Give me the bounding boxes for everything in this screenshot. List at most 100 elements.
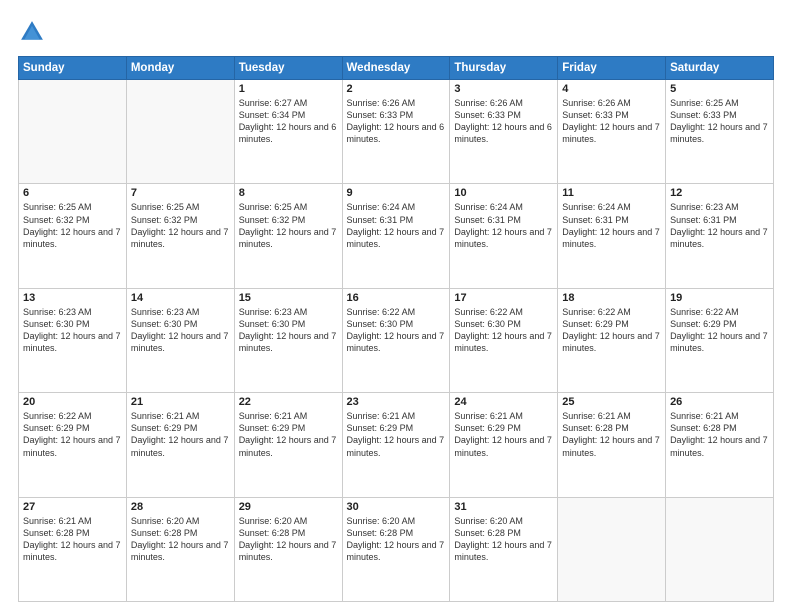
day-info: Sunrise: 6:23 AM Sunset: 6:30 PM Dayligh… xyxy=(239,306,338,355)
day-number: 9 xyxy=(347,187,446,199)
calendar-day-22: 22 Sunrise: 6:21 AM Sunset: 6:29 PM Dayli… xyxy=(234,393,342,497)
day-number: 19 xyxy=(670,292,769,304)
day-info: Sunrise: 6:21 AM Sunset: 6:28 PM Dayligh… xyxy=(562,410,661,459)
day-number: 7 xyxy=(131,187,230,199)
day-info: Sunrise: 6:22 AM Sunset: 6:30 PM Dayligh… xyxy=(347,306,446,355)
calendar-empty xyxy=(19,80,127,184)
day-info: Sunrise: 6:25 AM Sunset: 6:32 PM Dayligh… xyxy=(131,201,230,250)
calendar-day-26: 26Sunrise: 6:21 AM Sunset: 6:28 PM Dayli… xyxy=(666,393,774,497)
calendar-day-18: 18 Sunrise: 6:22 AM Sunset: 6:29 PM Dayli… xyxy=(558,288,666,392)
calendar-day-5: 5 Sunrise: 6:25 AM Sunset: 6:33 PM Daylig… xyxy=(666,80,774,184)
day-number: 13 xyxy=(23,292,122,304)
calendar-day-23: 23Sunrise: 6:21 AM Sunset: 6:29 PM Dayli… xyxy=(342,393,450,497)
day-number: 5 xyxy=(670,83,769,95)
calendar-header-saturday: Saturday xyxy=(666,57,774,80)
day-info: Sunrise: 6:24 AM Sunset: 6:31 PM Dayligh… xyxy=(562,201,661,250)
day-info: Sunrise: 6:26 AM Sunset: 6:33 PM Dayligh… xyxy=(454,97,553,146)
day-info: Sunrise: 6:22 AM Sunset: 6:29 PM Dayligh… xyxy=(562,306,661,355)
day-number: 10 xyxy=(454,187,553,199)
day-info: Sunrise: 6:21 AM Sunset: 6:29 PM Dayligh… xyxy=(347,410,446,459)
day-number: 8 xyxy=(239,187,338,199)
day-number: 30 xyxy=(347,501,446,513)
calendar-day-24: 24Sunrise: 6:21 AM Sunset: 6:29 PM Dayli… xyxy=(450,393,558,497)
day-number: 17 xyxy=(454,292,553,304)
calendar-header-thursday: Thursday xyxy=(450,57,558,80)
day-info: Sunrise: 6:26 AM Sunset: 6:33 PM Dayligh… xyxy=(347,97,446,146)
calendar-day-25: 25 Sunrise: 6:21 AM Sunset: 6:28 PM Dayli… xyxy=(558,393,666,497)
day-number: 25 xyxy=(562,396,661,408)
day-number: 6 xyxy=(23,187,122,199)
day-info: Sunrise: 6:25 AM Sunset: 6:32 PM Dayligh… xyxy=(239,201,338,250)
day-info: Sunrise: 6:20 AM Sunset: 6:28 PM Dayligh… xyxy=(454,515,553,564)
logo-icon xyxy=(18,18,46,46)
day-number: 1 xyxy=(239,83,338,95)
day-number: 29 xyxy=(239,501,338,513)
day-info: Sunrise: 6:23 AM Sunset: 6:30 PM Dayligh… xyxy=(23,306,122,355)
calendar-day-6: 6 Sunrise: 6:25 AM Sunset: 6:32 PM Daylig… xyxy=(19,184,127,288)
day-info: Sunrise: 6:21 AM Sunset: 6:29 PM Dayligh… xyxy=(131,410,230,459)
page: SundayMondayTuesdayWednesdayThursdayFrid… xyxy=(0,0,792,612)
calendar-week-row: 13 Sunrise: 6:23 AM Sunset: 6:30 PM Dayli… xyxy=(19,288,774,392)
calendar-day-1: 1 Sunrise: 6:27 AM Sunset: 6:34 PM Daylig… xyxy=(234,80,342,184)
calendar-day-2: 2 Sunrise: 6:26 AM Sunset: 6:33 PM Daylig… xyxy=(342,80,450,184)
day-info: Sunrise: 6:24 AM Sunset: 6:31 PM Dayligh… xyxy=(347,201,446,250)
day-number: 21 xyxy=(131,396,230,408)
calendar-day-30: 30 Sunrise: 6:20 AM Sunset: 6:28 PM Dayli… xyxy=(342,497,450,601)
day-number: 28 xyxy=(131,501,230,513)
logo xyxy=(18,18,50,46)
calendar-week-row: 6 Sunrise: 6:25 AM Sunset: 6:32 PM Daylig… xyxy=(19,184,774,288)
calendar-week-row: 27 Sunrise: 6:21 AM Sunset: 6:28 PM Dayli… xyxy=(19,497,774,601)
calendar-day-9: 9 Sunrise: 6:24 AM Sunset: 6:31 PM Daylig… xyxy=(342,184,450,288)
day-number: 16 xyxy=(347,292,446,304)
day-info: Sunrise: 6:23 AM Sunset: 6:31 PM Dayligh… xyxy=(670,201,769,250)
calendar-day-3: 3 Sunrise: 6:26 AM Sunset: 6:33 PM Daylig… xyxy=(450,80,558,184)
calendar-day-11: 11Sunrise: 6:24 AM Sunset: 6:31 PM Dayli… xyxy=(558,184,666,288)
day-number: 2 xyxy=(347,83,446,95)
day-number: 14 xyxy=(131,292,230,304)
day-info: Sunrise: 6:21 AM Sunset: 6:29 PM Dayligh… xyxy=(239,410,338,459)
day-number: 27 xyxy=(23,501,122,513)
calendar-table: SundayMondayTuesdayWednesdayThursdayFrid… xyxy=(18,56,774,602)
day-info: Sunrise: 6:21 AM Sunset: 6:29 PM Dayligh… xyxy=(454,410,553,459)
day-info: Sunrise: 6:25 AM Sunset: 6:32 PM Dayligh… xyxy=(23,201,122,250)
calendar-day-27: 27 Sunrise: 6:21 AM Sunset: 6:28 PM Dayli… xyxy=(19,497,127,601)
day-info: Sunrise: 6:25 AM Sunset: 6:33 PM Dayligh… xyxy=(670,97,769,146)
day-number: 3 xyxy=(454,83,553,95)
calendar-day-19: 19 Sunrise: 6:22 AM Sunset: 6:29 PM Dayli… xyxy=(666,288,774,392)
day-info: Sunrise: 6:23 AM Sunset: 6:30 PM Dayligh… xyxy=(131,306,230,355)
calendar-header-friday: Friday xyxy=(558,57,666,80)
calendar-day-29: 29 Sunrise: 6:20 AM Sunset: 6:28 PM Dayli… xyxy=(234,497,342,601)
day-info: Sunrise: 6:20 AM Sunset: 6:28 PM Dayligh… xyxy=(347,515,446,564)
header xyxy=(18,18,774,46)
calendar-day-12: 12 Sunrise: 6:23 AM Sunset: 6:31 PM Dayli… xyxy=(666,184,774,288)
calendar-day-21: 21 Sunrise: 6:21 AM Sunset: 6:29 PM Dayli… xyxy=(126,393,234,497)
calendar-header-wednesday: Wednesday xyxy=(342,57,450,80)
calendar-day-31: 31 Sunrise: 6:20 AM Sunset: 6:28 PM Dayli… xyxy=(450,497,558,601)
day-number: 12 xyxy=(670,187,769,199)
calendar-day-20: 20Sunrise: 6:22 AM Sunset: 6:29 PM Dayli… xyxy=(19,393,127,497)
day-info: Sunrise: 6:26 AM Sunset: 6:33 PM Dayligh… xyxy=(562,97,661,146)
calendar-day-14: 14 Sunrise: 6:23 AM Sunset: 6:30 PM Dayli… xyxy=(126,288,234,392)
day-info: Sunrise: 6:22 AM Sunset: 6:30 PM Dayligh… xyxy=(454,306,553,355)
day-info: Sunrise: 6:21 AM Sunset: 6:28 PM Dayligh… xyxy=(23,515,122,564)
calendar-day-15: 15 Sunrise: 6:23 AM Sunset: 6:30 PM Dayli… xyxy=(234,288,342,392)
day-number: 22 xyxy=(239,396,338,408)
day-number: 18 xyxy=(562,292,661,304)
day-number: 20 xyxy=(23,396,122,408)
calendar-day-17: 17 Sunrise: 6:22 AM Sunset: 6:30 PM Dayli… xyxy=(450,288,558,392)
calendar-week-row: 20Sunrise: 6:22 AM Sunset: 6:29 PM Dayli… xyxy=(19,393,774,497)
day-info: Sunrise: 6:21 AM Sunset: 6:28 PM Dayligh… xyxy=(670,410,769,459)
day-number: 31 xyxy=(454,501,553,513)
calendar-day-4: 4Sunrise: 6:26 AM Sunset: 6:33 PM Daylig… xyxy=(558,80,666,184)
calendar-empty xyxy=(126,80,234,184)
day-number: 15 xyxy=(239,292,338,304)
calendar-header-sunday: Sunday xyxy=(19,57,127,80)
calendar-day-28: 28Sunrise: 6:20 AM Sunset: 6:28 PM Dayli… xyxy=(126,497,234,601)
calendar-header-monday: Monday xyxy=(126,57,234,80)
day-info: Sunrise: 6:22 AM Sunset: 6:29 PM Dayligh… xyxy=(670,306,769,355)
day-info: Sunrise: 6:20 AM Sunset: 6:28 PM Dayligh… xyxy=(239,515,338,564)
calendar-week-row: 1 Sunrise: 6:27 AM Sunset: 6:34 PM Daylig… xyxy=(19,80,774,184)
calendar-empty xyxy=(666,497,774,601)
calendar-header-row: SundayMondayTuesdayWednesdayThursdayFrid… xyxy=(19,57,774,80)
day-info: Sunrise: 6:27 AM Sunset: 6:34 PM Dayligh… xyxy=(239,97,338,146)
